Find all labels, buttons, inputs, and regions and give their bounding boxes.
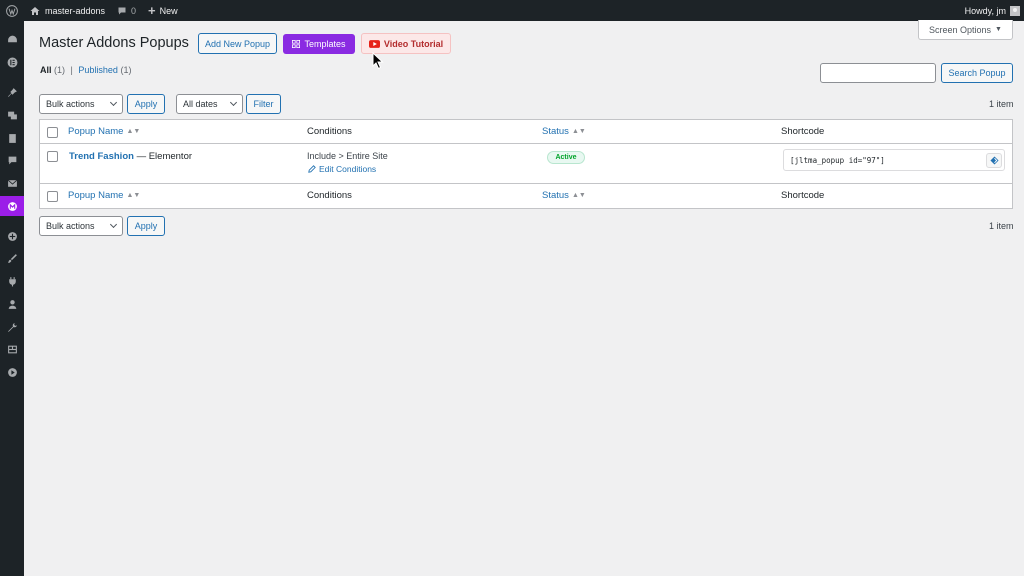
- plugins-icon[interactable]: [0, 271, 24, 291]
- column-status[interactable]: Status ▲▼: [542, 126, 586, 137]
- plus-icon: +: [148, 3, 156, 18]
- filter-published-count: (1): [120, 65, 132, 75]
- header-divider: [40, 143, 1012, 144]
- filter-all-label: All: [40, 65, 52, 75]
- dates-select[interactable]: All dates: [176, 94, 243, 114]
- shortcode-text: [jltma_popup id="97"]: [790, 156, 885, 165]
- filter-all-link[interactable]: All: [40, 65, 52, 75]
- pin-icon[interactable]: [0, 82, 24, 102]
- column-popup-name-label: Popup Name: [68, 126, 124, 137]
- home-icon: [30, 6, 40, 15]
- sort-icon: ▲▼: [571, 192, 586, 199]
- screen-options-button[interactable]: Screen Options ▼: [918, 20, 1013, 40]
- chevron-down-icon: [109, 98, 118, 107]
- footer-column-status-label: Status: [542, 190, 569, 201]
- column-popup-name[interactable]: Popup Name ▲▼: [68, 126, 140, 137]
- copy-shortcode-button[interactable]: [986, 153, 1002, 168]
- popup-type: — Elementor: [136, 151, 193, 162]
- popup-title-link[interactable]: Trend Fashion: [69, 151, 134, 162]
- elementor-icon[interactable]: [0, 52, 24, 72]
- bulk-actions-select-top[interactable]: Bulk actions: [39, 94, 123, 114]
- media-icon[interactable]: [0, 105, 24, 125]
- tools-icon[interactable]: [0, 317, 24, 337]
- dashboard-icon[interactable]: [0, 29, 24, 49]
- select-all-checkbox-bottom[interactable]: [47, 191, 58, 202]
- avatar: [1010, 5, 1020, 16]
- pencil-icon: [308, 165, 316, 173]
- items-count-bottom: 1 item: [989, 221, 1014, 231]
- footer-column-popup-name[interactable]: Popup Name ▲▼: [68, 190, 140, 201]
- sort-icon: ▲▼: [126, 128, 141, 135]
- edit-conditions-label: Edit Conditions: [319, 164, 377, 174]
- filter-all-count: (1): [54, 65, 66, 75]
- comments-icon[interactable]: [0, 150, 24, 170]
- user-account-menu[interactable]: Howdy, jm: [959, 0, 1024, 21]
- sort-icon: ▲▼: [126, 192, 141, 199]
- row-checkbox[interactable]: [47, 151, 58, 162]
- mouse-cursor-icon: [372, 52, 384, 70]
- edit-conditions-link[interactable]: Edit Conditions: [308, 164, 376, 174]
- youtube-icon: [368, 39, 380, 48]
- footer-column-status[interactable]: Status ▲▼: [542, 190, 586, 201]
- status-filter-links: All (1) | Published (1): [40, 65, 131, 75]
- search-input[interactable]: [820, 63, 936, 83]
- footer-column-popup-name-label: Popup Name: [68, 190, 124, 201]
- templates-label: Templates: [304, 39, 346, 49]
- add-new-popup-button[interactable]: Add New Popup: [198, 33, 277, 54]
- bulk-actions-value: Bulk actions: [46, 99, 95, 109]
- popups-table: Popup Name ▲▼ Conditions Status ▲▼ Shortco…: [39, 119, 1013, 209]
- row-title: Trend Fashion — Elementor: [69, 151, 192, 162]
- admin-side-menu: [0, 21, 24, 576]
- column-status-label: Status: [542, 126, 569, 137]
- apply-button-bottom[interactable]: Apply: [127, 216, 165, 236]
- sort-icon: ▲▼: [571, 128, 586, 135]
- templates-button[interactable]: Templates: [283, 34, 355, 54]
- apply-button-top[interactable]: Apply: [127, 94, 165, 114]
- footer-column-conditions: Conditions: [307, 190, 352, 201]
- search-popup-button[interactable]: Search Popup: [941, 63, 1013, 83]
- row-divider: [40, 183, 1012, 184]
- site-name-link[interactable]: master-addons: [24, 0, 111, 21]
- video-tutorial-button[interactable]: Video Tutorial: [361, 33, 451, 54]
- chevron-down-icon: [229, 98, 238, 107]
- video-tutorial-label: Video Tutorial: [383, 38, 444, 49]
- plus-circle-icon[interactable]: [0, 226, 24, 246]
- comment-icon: [118, 7, 126, 14]
- column-conditions: Conditions: [307, 126, 352, 137]
- brush-icon[interactable]: [0, 248, 24, 268]
- column-shortcode: Shortcode: [781, 126, 825, 137]
- master-addons-icon[interactable]: [0, 196, 24, 216]
- comments-count: 0: [131, 5, 137, 16]
- users-icon[interactable]: [0, 294, 24, 314]
- chevron-down-icon: [109, 220, 118, 229]
- admin-bar: master-addons 0 + New Howdy, jm: [0, 0, 1024, 21]
- new-label: New: [159, 5, 178, 16]
- site-name: master-addons: [45, 5, 106, 16]
- grid-icon: [292, 40, 301, 48]
- caret-down-icon: ▼: [995, 26, 1002, 33]
- bulk-actions-select-bottom[interactable]: Bulk actions: [39, 216, 123, 236]
- pages-icon[interactable]: [0, 128, 24, 148]
- shortcode-field[interactable]: [jltma_popup id="97"]: [783, 149, 1005, 171]
- new-content-link[interactable]: + New: [142, 0, 184, 21]
- status-badge: Active: [547, 151, 585, 164]
- mail-icon[interactable]: [0, 173, 24, 193]
- footer-column-shortcode: Shortcode: [781, 190, 825, 201]
- screen-options-label: Screen Options: [929, 24, 992, 35]
- settings-icon[interactable]: [0, 339, 24, 359]
- wordpress-icon[interactable]: [0, 0, 24, 21]
- comments-link[interactable]: 0: [111, 0, 142, 21]
- copy-icon: [989, 156, 999, 165]
- items-count-top: 1 item: [989, 99, 1014, 109]
- bulk-actions-value: Bulk actions: [46, 221, 95, 231]
- dates-value: All dates: [183, 99, 218, 109]
- page-title: Master Addons Popups: [39, 35, 189, 51]
- filter-published-link[interactable]: Published: [78, 65, 118, 75]
- howdy-text: Howdy, jm: [964, 5, 1006, 16]
- filter-button[interactable]: Filter: [246, 94, 281, 114]
- select-all-checkbox-top[interactable]: [47, 127, 58, 138]
- condition-text: Include > Entire Site: [307, 151, 388, 161]
- play-icon[interactable]: [0, 362, 24, 382]
- filter-separator: |: [70, 65, 73, 75]
